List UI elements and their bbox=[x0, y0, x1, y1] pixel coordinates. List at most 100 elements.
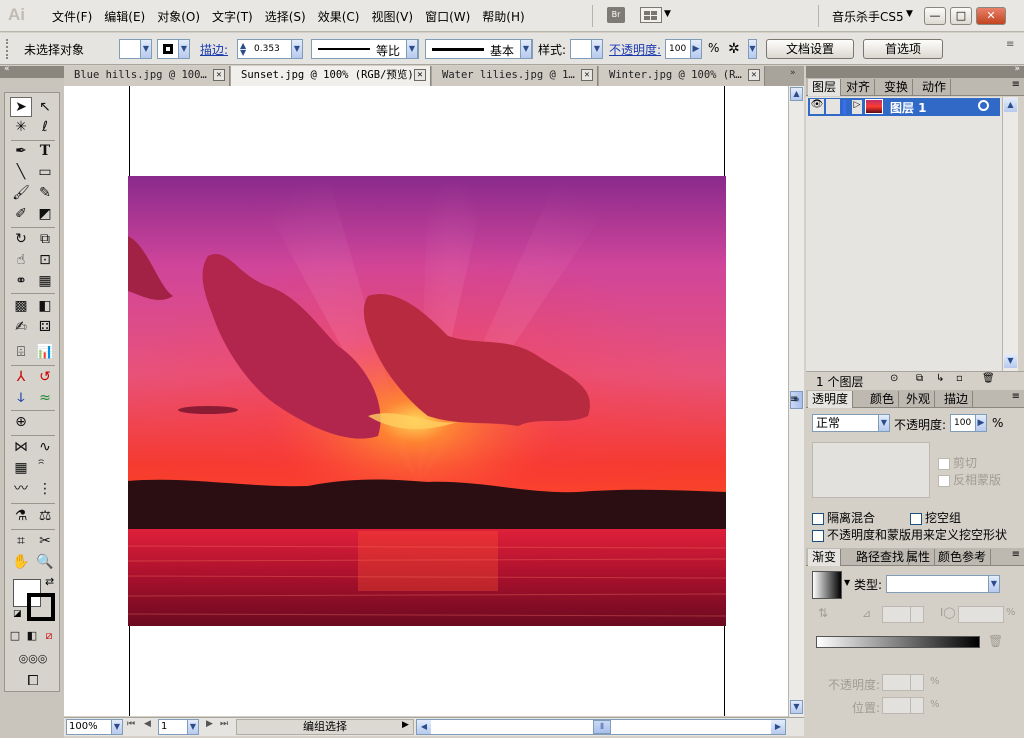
gradient-mode-icon[interactable]: ◧ bbox=[24, 626, 40, 646]
gradient-type-select[interactable] bbox=[886, 575, 990, 593]
eyedropper-tool-icon[interactable]: ✍ bbox=[10, 317, 32, 337]
artboard-dropdown[interactable]: ▼ bbox=[187, 719, 199, 735]
none-mode-icon[interactable]: ⧄ bbox=[41, 626, 57, 646]
column-graph-tool-icon[interactable]: 📊 bbox=[34, 342, 56, 362]
warp-tool-icon[interactable]: ☝ bbox=[10, 250, 32, 270]
opacity-input[interactable]: 100 bbox=[665, 39, 691, 59]
tab-water-lilies[interactable]: Water lilies.jpg @ 1… ✕ bbox=[432, 66, 598, 86]
tab-sunset[interactable]: Sunset.jpg @ 100% (RGB/预览) ✕ bbox=[231, 66, 431, 86]
crosshair-tool-icon[interactable]: ⊕ bbox=[10, 412, 32, 432]
paintbrush-tool-icon[interactable]: 🖌 bbox=[10, 183, 32, 203]
delete-stop-icon[interactable]: 🗑 bbox=[988, 634, 1003, 648]
hand-tool-icon[interactable]: ✋ bbox=[10, 552, 32, 572]
fill-dropdown[interactable]: ▼ bbox=[140, 39, 152, 59]
menu-window[interactable]: 窗口(W) bbox=[423, 0, 480, 32]
tab-transform[interactable]: 变换 bbox=[880, 79, 914, 96]
gradient-slider[interactable] bbox=[816, 636, 980, 648]
tab-actions[interactable]: 动作 bbox=[918, 79, 952, 96]
next-artboard-icon[interactable]: ▶ bbox=[206, 719, 213, 729]
default-colors-icon[interactable]: ◪ bbox=[13, 609, 22, 619]
opacity-panel-link[interactable]: 不透明度: bbox=[609, 41, 661, 58]
tab-attributes[interactable]: 属性 bbox=[902, 549, 936, 566]
selection-tool-icon[interactable]: ➤ bbox=[10, 97, 32, 117]
tab-layers[interactable]: 图层 bbox=[808, 79, 842, 96]
aspect-ratio-input[interactable] bbox=[958, 606, 1004, 623]
menu-help[interactable]: 帮助(H) bbox=[480, 0, 534, 32]
menu-edit[interactable]: 编辑(E) bbox=[102, 0, 155, 32]
blob-brush-tool-icon[interactable]: ✐ bbox=[10, 204, 32, 224]
stroke-dropdown[interactable]: ▼ bbox=[178, 39, 190, 59]
chevron-down-icon[interactable]: ▼ bbox=[664, 9, 671, 19]
lock-toggle[interactable] bbox=[826, 99, 840, 114]
close-button[interactable]: ✕ bbox=[976, 7, 1006, 25]
scroll-thumb[interactable]: ⦀ bbox=[593, 720, 611, 734]
close-tab-icon[interactable]: ✕ bbox=[581, 69, 593, 81]
panel-opacity-input[interactable]: 100 bbox=[950, 414, 976, 432]
twirl-tool-icon[interactable]: ꩰ bbox=[34, 458, 56, 478]
symbol-sprayer-tool-icon[interactable]: ⌹ bbox=[10, 342, 32, 362]
add-anchor-tool-icon[interactable]: ↺ bbox=[34, 367, 56, 387]
tab-appearance[interactable]: 外观 bbox=[902, 391, 936, 408]
scroll-left-button[interactable]: ◀ bbox=[417, 720, 431, 734]
workspace-switcher[interactable]: 音乐杀手CS5 bbox=[832, 8, 904, 25]
live-paint-bucket-tool-icon[interactable]: ⚗ bbox=[10, 506, 32, 526]
menu-select[interactable]: 选择(S) bbox=[263, 0, 316, 32]
invert-mask-checkbox[interactable]: 反相蒙版 bbox=[938, 471, 1001, 488]
gradient-opacity-input[interactable] bbox=[882, 674, 912, 691]
live-paint-selection-tool-icon[interactable]: ⚖ bbox=[34, 506, 56, 526]
opacity-mask-thumbnail[interactable] bbox=[812, 442, 930, 498]
reverse-gradient-icon[interactable]: ⇅ bbox=[818, 606, 828, 620]
arrange-documents-icon[interactable] bbox=[640, 7, 662, 23]
blend-mode-select[interactable]: 正常 bbox=[812, 414, 880, 432]
brush-dropdown[interactable]: ▼ bbox=[520, 39, 532, 59]
layer-row[interactable]: 👁 ▷ 图层 1 bbox=[808, 98, 1000, 116]
tab-stroke[interactable]: 描边 bbox=[940, 391, 974, 408]
rotate-tool-icon[interactable]: ↻ bbox=[10, 229, 32, 249]
line-tool-icon[interactable]: ╲ bbox=[10, 162, 32, 182]
variable-width-profile[interactable]: 等比 bbox=[311, 39, 419, 59]
eraser-tool-icon[interactable]: ◩ bbox=[34, 204, 56, 224]
stroke-color-swatch[interactable] bbox=[27, 593, 55, 621]
free-transform-tool-icon[interactable]: ⊡ bbox=[34, 250, 56, 270]
knockout-group-checkbox[interactable]: 挖空组 bbox=[910, 509, 961, 526]
brush-definition[interactable]: 基本 bbox=[425, 39, 533, 59]
first-artboard-icon[interactable]: ⏮ bbox=[127, 719, 135, 729]
status-menu-arrow[interactable]: ▶ bbox=[402, 720, 409, 730]
close-tab-icon[interactable]: ✕ bbox=[414, 69, 426, 81]
graphic-style-swatch[interactable] bbox=[570, 39, 592, 59]
location-input[interactable] bbox=[882, 697, 912, 714]
expand-triangle-icon[interactable]: ▷ bbox=[852, 100, 862, 114]
style-dropdown[interactable]: ▼ bbox=[591, 39, 603, 59]
scale-tool-icon[interactable]: ⧉ bbox=[34, 229, 56, 249]
panel-menu-icon[interactable]: ≡ bbox=[1006, 39, 1014, 50]
bridge-button[interactable]: Br bbox=[607, 7, 625, 23]
delete-layer-icon[interactable]: 🗑 bbox=[982, 373, 995, 384]
angle-dropdown[interactable] bbox=[910, 606, 924, 623]
smooth-tool-icon[interactable]: ≈ bbox=[34, 388, 56, 408]
panel-menu-icon[interactable]: ≡ bbox=[1012, 79, 1020, 90]
drawing-modes-icon[interactable]: ◎◎◎ bbox=[10, 649, 56, 669]
clipping-mask-icon[interactable]: ⧉ bbox=[916, 373, 923, 384]
location-dropdown[interactable] bbox=[910, 697, 924, 714]
recolor-artwork-icon[interactable]: ✲ bbox=[728, 41, 740, 57]
perspective-grid-tool-icon[interactable]: ▦ bbox=[34, 271, 56, 291]
placed-image-sunset[interactable] bbox=[128, 176, 726, 626]
blend-tool-icon[interactable]: ⚃ bbox=[34, 317, 56, 337]
type-tool-icon[interactable]: T bbox=[34, 141, 56, 161]
stroke-weight-dropdown[interactable]: ▼ bbox=[291, 39, 303, 59]
angle-input[interactable] bbox=[882, 606, 912, 623]
tab-overflow-icon[interactable]: » bbox=[790, 68, 796, 78]
scroll-up-button[interactable]: ▲ bbox=[1004, 98, 1017, 112]
horizontal-scrollbar[interactable]: ◀ ⦀ ▶ bbox=[416, 719, 786, 735]
scroll-up-button[interactable]: ▲ bbox=[790, 87, 803, 101]
close-tab-icon[interactable]: ✕ bbox=[213, 69, 225, 81]
isolate-blending-checkbox[interactable]: 隔离混合 bbox=[812, 509, 875, 526]
grip-handle[interactable] bbox=[6, 39, 10, 59]
panel-collapse-handle[interactable]: ≡ bbox=[790, 394, 798, 405]
screen-mode-icon[interactable]: ⧠ bbox=[22, 671, 44, 691]
tab-gradient[interactable]: 渐变 bbox=[808, 549, 842, 566]
menu-effect[interactable]: 效果(C) bbox=[316, 0, 370, 32]
menu-view[interactable]: 视图(V) bbox=[369, 0, 423, 32]
swap-colors-icon[interactable]: ⇄ bbox=[45, 575, 54, 588]
stroke-panel-link[interactable]: 描边: bbox=[200, 41, 228, 58]
